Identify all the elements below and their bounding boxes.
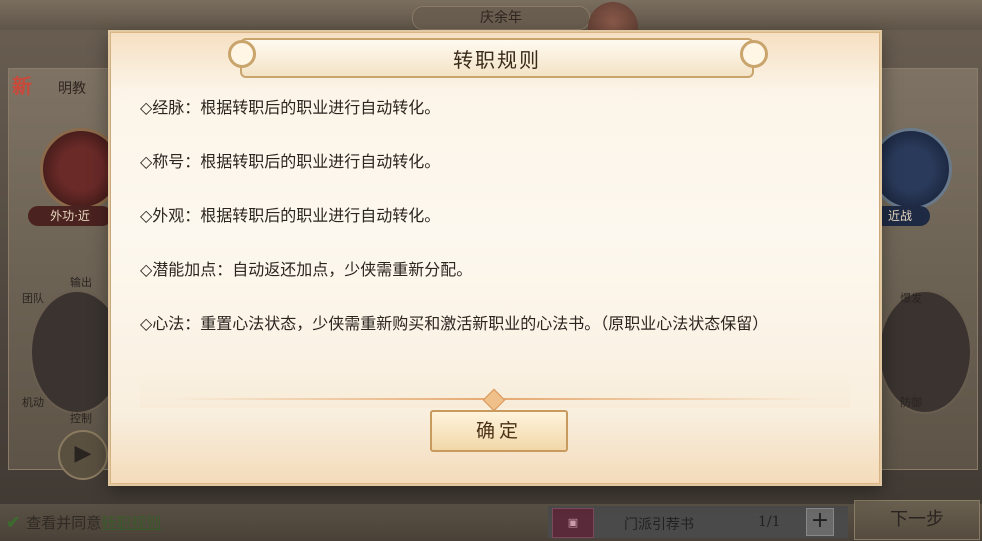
rules-link[interactable]: 转职规则	[101, 514, 161, 532]
dialog-title: 转职规则	[453, 47, 541, 72]
sect-name: 明教	[58, 81, 86, 97]
top-character-name: 庆余年	[412, 6, 590, 30]
radar-label-team: 团队	[22, 292, 44, 305]
right-radar-chart	[878, 290, 972, 414]
agree-prefix: 查看并同意	[26, 514, 102, 532]
left-role-badge: 外功·近	[28, 206, 112, 226]
next-step-button[interactable]: 下一步	[854, 500, 980, 540]
title-ornament-left-icon	[228, 40, 256, 68]
rule-potential: ◇潜能加点：自动返还加点，少侠需重新分配。	[140, 260, 473, 279]
rules-scroll-area[interactable]: ◇经脉：根据转职后的职业进行自动转化。 ◇称号：根据转职后的职业进行自动转化。 …	[140, 92, 850, 392]
rule-mind-method: ◇心法：重置心法状态，少侠需重新购买和激活新职业的心法书。（原职业心法状态保留）	[140, 314, 769, 333]
radar-label-output: 输出	[70, 276, 92, 289]
book-icon: ▣	[552, 508, 594, 538]
rule-title: ◇称号：根据转职后的职业进行自动转化。	[140, 152, 441, 171]
radar-label-burst: 爆发	[900, 292, 922, 305]
radar-label-defense: 防御	[900, 396, 922, 409]
item-name: 门派引荐书	[624, 517, 694, 533]
play-preview-button[interactable]: ▶	[58, 430, 108, 480]
agree-checkbox-row[interactable]: ✔ 查看并同意转职规则	[6, 512, 161, 533]
radar-label-mobility: 机动	[22, 396, 44, 409]
job-change-rules-dialog: 转职规则 ◇经脉：根据转职后的职业进行自动转化。 ◇称号：根据转职后的职业进行自…	[108, 30, 882, 486]
dialog-title-bar: 转职规则	[240, 38, 754, 78]
title-ornament-right-icon	[740, 40, 768, 68]
add-item-button[interactable]: +	[806, 508, 834, 536]
rule-appearance: ◇外观：根据转职后的职业进行自动转化。	[140, 206, 441, 225]
checkmark-icon[interactable]: ✔	[6, 513, 20, 533]
confirm-button[interactable]: 确定	[430, 410, 568, 452]
new-tag: 新	[12, 74, 32, 98]
rule-meridian: ◇经脉：根据转职后的职业进行自动转化。	[140, 98, 441, 117]
target-sect-emblem-icon	[870, 128, 952, 210]
item-count: 1/1	[758, 514, 781, 530]
radar-label-control: 控制	[70, 412, 92, 425]
